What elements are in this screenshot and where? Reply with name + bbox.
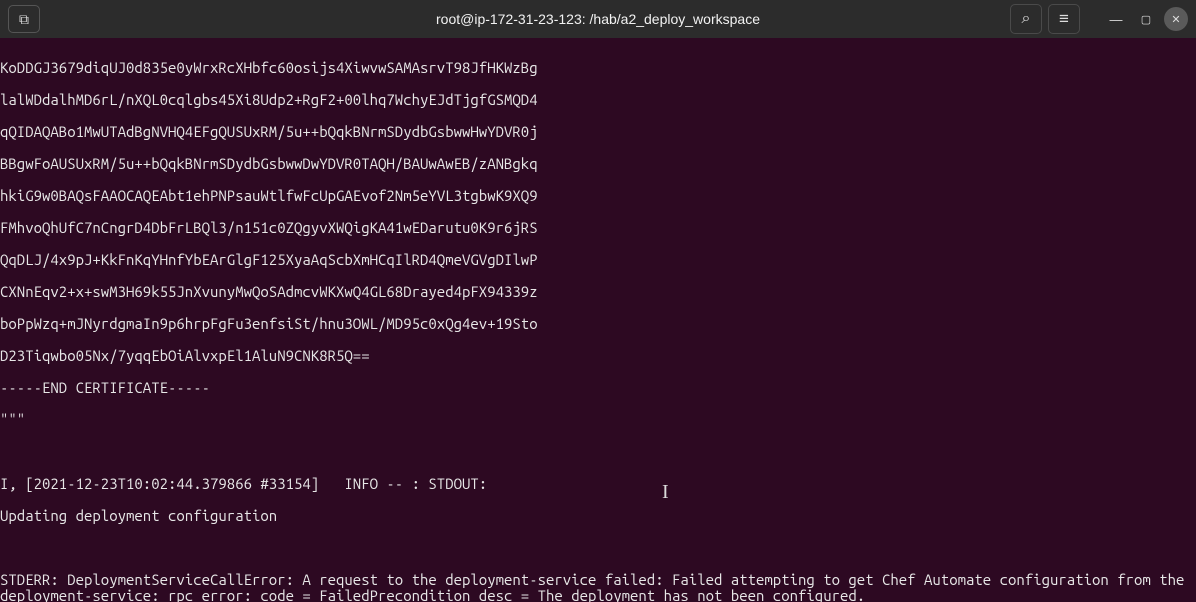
blank-line	[0, 444, 1196, 460]
close-button[interactable]: ✕	[1164, 7, 1188, 31]
menu-icon: ≡	[1059, 9, 1069, 29]
cert-line: boPpWzq+mJNyrdgmaIn9p6hrpFgFu3enfsiSt/hn…	[0, 316, 1196, 332]
triple-quote: """	[0, 412, 1196, 428]
end-certificate: -----END CERTIFICATE-----	[0, 380, 1196, 396]
close-icon: ✕	[1171, 13, 1180, 26]
cert-line: QqDLJ/4x9pJ+KkFnKqYHnfYbEArGlgF125XyaAqS…	[0, 252, 1196, 268]
search-button[interactable]: ⌕	[1010, 4, 1042, 34]
cert-line: CXNnEqv2+x+swM3H69k55JnXvunyMwQoSAdmcvWK…	[0, 284, 1196, 300]
cert-line: lalWDdalhMD6rL/nXQL0cqlgbs45Xi8Udp2+RgF2…	[0, 92, 1196, 108]
stderr-line: STDERR: DeploymentServiceCallError: A re…	[0, 572, 1196, 602]
maximize-button[interactable]: ▢	[1134, 7, 1158, 31]
cert-line: hkiG9w0BAQsFAAOCAQEAbt1ehPNPsauWtlfwFcUp…	[0, 188, 1196, 204]
maximize-icon: ▢	[1141, 13, 1151, 26]
minimize-button[interactable]: —	[1104, 7, 1128, 31]
log-line: I, [2021-12-23T10:02:44.379866 #33154] I…	[0, 476, 1196, 492]
menu-button[interactable]: ≡	[1048, 4, 1080, 34]
window-titlebar: ⧉ root@ip-172-31-23-123: /hab/a2_deploy_…	[0, 0, 1196, 38]
cert-line: FMhvoQhUfC7nCngrD4DbFrLBQl3/n151c0ZQgyvX…	[0, 220, 1196, 236]
cert-line: D23Tiqwbo05Nx/7yqqEbOiAlvxpEl1AluN9CNK8R…	[0, 348, 1196, 364]
cert-line: qQIDAQABo1MwUTAdBgNVHQ4EFgQUSUxRM/5u++bQ…	[0, 124, 1196, 140]
newtab-icon: ⧉	[19, 11, 29, 28]
log-line: Updating deployment configuration	[0, 508, 1196, 524]
new-tab-button[interactable]: ⧉	[8, 5, 40, 33]
cert-line: KoDDGJ3679diqUJ0d835e0yWrxRcXHbfc60osijs…	[0, 60, 1196, 76]
search-icon: ⌕	[1022, 10, 1031, 28]
cert-line: BBgwFoAUSUxRM/5u++bQqkBNrmSDydbGsbwwDwYD…	[0, 156, 1196, 172]
terminal-output[interactable]: KoDDGJ3679diqUJ0d835e0yWrxRcXHbfc60osijs…	[0, 38, 1196, 602]
minimize-icon: —	[1110, 12, 1123, 27]
blank-line	[0, 540, 1196, 556]
